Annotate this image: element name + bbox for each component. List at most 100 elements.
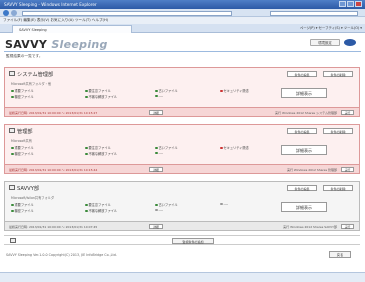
last-run-text: 最終実行日時: 2013/01/31 10:00:00 ～ 2013/01/31… [9, 110, 98, 115]
folder-icon [9, 71, 15, 76]
menu-view[interactable]: 表示(V) [37, 18, 49, 22]
stat-old: 古いファイル [155, 145, 178, 150]
stat-blank: ---- [155, 151, 163, 155]
status-dot-icon [11, 146, 14, 150]
status-dot-icon [11, 203, 14, 207]
address-bar [0, 9, 365, 17]
page-content: SAVVY Sleeping 環境設定 監視結果の一覧です。 システム管理部 条… [0, 33, 365, 272]
card-title: SAVVY部 [17, 186, 40, 192]
edit-condition-button[interactable]: 条件の編集 [287, 128, 317, 134]
status-dot-icon [85, 209, 88, 213]
delete-condition-button[interactable]: 条件の削除 [323, 71, 353, 77]
stat-blank: ---- [155, 94, 163, 98]
status-dot-icon [155, 151, 158, 155]
status-dot-icon [155, 146, 158, 150]
execute-button[interactable]: 実行 [341, 223, 354, 229]
folder-icon [9, 185, 15, 190]
stat-security: ---- [220, 202, 228, 206]
browser-search-input[interactable] [270, 10, 358, 16]
last-run-detail-button[interactable]: 詳細 [149, 166, 163, 172]
status-dot-icon [11, 95, 14, 99]
status-dot-icon [85, 95, 88, 99]
status-dot-icon [155, 89, 158, 93]
status-dot-icon [155, 203, 158, 207]
tab-title: SAVVY Sleeping [19, 28, 47, 32]
card-header: SAVVY部 条件の編集 条件の削除 [5, 182, 359, 194]
back-arrow-icon[interactable] [3, 10, 9, 16]
url-input[interactable] [22, 10, 232, 16]
logo-script: Sleeping [51, 38, 108, 51]
close-icon[interactable] [355, 1, 362, 7]
tab-row: SAVVY Sleeping ページ(P) ▾ セーフティ(S) ▾ ツール(O… [0, 24, 365, 33]
browser-tab[interactable]: SAVVY Sleeping [12, 25, 132, 33]
status-dot-icon [85, 152, 88, 156]
stat-confidential: 機密ファイル [11, 94, 34, 99]
last-run-detail-button[interactable]: 詳細 [149, 223, 163, 229]
stat-suspicious: 不審な解放ファイル [85, 151, 117, 156]
status-dot-icon [155, 94, 158, 98]
delete-condition-button[interactable]: 条件の削除 [323, 185, 353, 191]
back-button[interactable]: 戻る [329, 251, 351, 258]
monitor-card: システム管理部 条件の編集 条件の削除 Microsoft共有フォルダ・他 重要… [4, 67, 360, 117]
status-dot-icon [85, 89, 88, 93]
status-dot-icon [155, 208, 158, 212]
card-subtitle: Microsoft/Isilon共有フォルダ [11, 196, 55, 200]
stat-confidential: 機密ファイル [11, 208, 34, 213]
edit-condition-button[interactable]: 条件の編集 [287, 71, 317, 77]
header-divider [4, 51, 361, 52]
execute-button[interactable]: 実行 [341, 109, 354, 115]
stat-suspicious: 不審な解放ファイル [85, 208, 117, 213]
execute-target-text: 実行 Windows 2012 Shares 管理部 [286, 167, 337, 172]
minimize-icon[interactable] [339, 1, 346, 7]
browser-statusbar [0, 272, 365, 282]
status-dot-icon [85, 203, 88, 207]
help-icon[interactable] [344, 39, 356, 46]
card-header: 管理部 条件の編集 条件の削除 [5, 125, 359, 137]
app-logo: SAVVY Sleeping [5, 38, 108, 51]
browser-menubar: ファイル(F) 編集(E) 表示(V) お気に入り(A) ツール(T) ヘルプ(… [0, 17, 365, 24]
edit-condition-button[interactable]: 条件の編集 [287, 185, 317, 191]
stat-security: セキュリティ懸念 [220, 88, 249, 93]
execute-button[interactable]: 実行 [341, 166, 354, 172]
card-footer: 最終実行日時: 2013/01/31 10:00:00 ～ 2013/01/31… [5, 164, 359, 173]
menu-tools[interactable]: ツール(T) [75, 18, 91, 22]
status-dot-icon [11, 89, 14, 93]
stat-caution: 要注意ファイル [85, 88, 111, 93]
menu-favorites[interactable]: お気に入り(A) [50, 18, 73, 22]
card-title: 管理部 [17, 129, 33, 135]
card-footer: 最終実行日時: 2013/01/31 10:00:00 ～ 2013/01/31… [5, 107, 359, 116]
menu-file[interactable]: ファイル(F) [3, 18, 22, 22]
stat-important: 重要ファイル [11, 145, 34, 150]
status-dot-icon [220, 202, 223, 206]
add-condition-button[interactable]: 監視条件の追加 [172, 238, 214, 244]
menu-edit[interactable]: 編集(E) [23, 18, 35, 22]
card-subtitle: Microsoft共有フォルダ・他 [11, 82, 52, 86]
stat-security: セキュリティ懸念 [220, 145, 249, 150]
last-run-detail-button[interactable]: 詳細 [149, 109, 163, 115]
detail-button[interactable]: 詳細表示 [281, 145, 327, 155]
card-subtitle: Microsoft共有 [11, 139, 32, 143]
settings-button[interactable]: 環境設定 [310, 39, 340, 46]
stat-important: 重要ファイル [11, 202, 34, 207]
add-condition-bar: 監視条件の追加 [4, 235, 360, 245]
stat-old: 古いファイル [155, 202, 178, 207]
stat-confidential: 機密ファイル [11, 151, 34, 156]
forward-arrow-icon[interactable] [11, 10, 17, 16]
folder-icon [9, 128, 15, 133]
status-dot-icon [11, 152, 14, 156]
maximize-icon[interactable] [347, 1, 354, 7]
menu-help[interactable]: ヘルプ(H) [92, 18, 108, 22]
alert-dot-icon [220, 89, 223, 93]
page-subtitle: 監視結果の一覧です。 [6, 54, 43, 58]
stat-important: 重要ファイル [11, 88, 34, 93]
checkbox-icon[interactable] [10, 238, 16, 243]
detail-button[interactable]: 詳細表示 [281, 88, 327, 98]
delete-condition-button[interactable]: 条件の削除 [323, 128, 353, 134]
detail-button[interactable]: 詳細表示 [281, 202, 327, 212]
stat-caution: 要注意ファイル [85, 202, 111, 207]
window-titlebar: SAVVY Sleeping - Windows Internet Explor… [0, 0, 365, 9]
card-footer: 最終実行日時: 2013/01/31 10:00:00 ～ 2013/01/31… [5, 221, 359, 230]
alert-dot-icon [220, 146, 223, 150]
card-header: システム管理部 条件の編集 条件の削除 [5, 68, 359, 80]
browser-command-bar[interactable]: ページ(P) ▾ セーフティ(S) ▾ ツール(O) ▾ [300, 25, 362, 32]
